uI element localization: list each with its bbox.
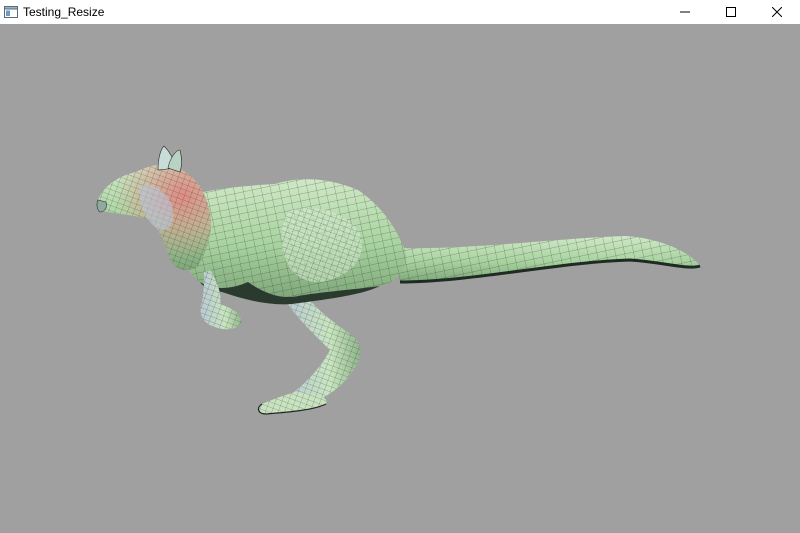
app-window: Testing_Resize [0,0,800,533]
app-window-icon[interactable] [4,5,18,19]
render-viewport[interactable] [0,24,800,533]
close-button[interactable] [754,0,800,24]
title-bar[interactable]: Testing_Resize [0,0,800,24]
kangaroo-tail [395,236,701,284]
minimize-button[interactable] [662,0,708,24]
kangaroo-wireframe-mesh [96,145,701,415]
window-controls [662,0,800,24]
maximize-icon [726,7,736,17]
window-title: Testing_Resize [23,5,105,19]
kangaroo-head [96,145,212,271]
close-icon [772,7,782,17]
maximize-button[interactable] [708,0,754,24]
minimize-icon [680,11,690,13]
